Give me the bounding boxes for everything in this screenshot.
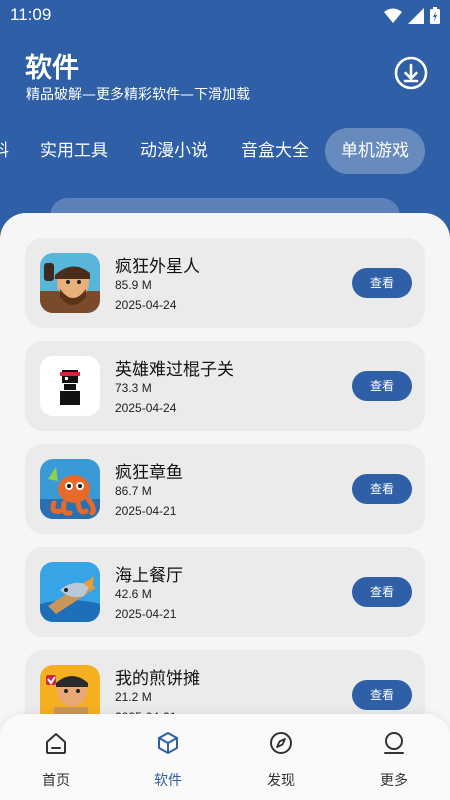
nav-label: 更多 [380,773,408,789]
app-card[interactable]: 疯狂章鱼 86.7 M 2025-04-21 查看 [25,444,425,534]
app-date: 2025-04-24 [115,298,177,312]
app-card[interactable]: 英雄难过棍子关 73.3 M 2025-04-24 查看 [25,341,425,431]
app-name: 我的煎饼摊 [115,669,200,689]
app-name: 疯狂章鱼 [115,463,183,483]
app-name: 海上餐厅 [115,566,183,586]
page-title: 软件 [25,53,79,84]
app-size: 42.6 M [115,587,152,601]
compass-icon [270,732,292,754]
app-name: 英雄难过棍子关 [115,360,234,380]
view-button[interactable]: 查看 [352,371,412,401]
category-tabs: 料 实用工具 动漫小说 音盒大全 单机游戏 [0,128,450,174]
app-size: 21.2 M [115,690,152,704]
tab-partial[interactable]: 料 [0,128,9,174]
nav-label: 首页 [42,773,70,789]
app-date: 2025-04-24 [115,401,177,415]
app-card[interactable]: 海上餐厅 42.6 M 2025-04-21 查看 [25,547,425,637]
status-bar: 11:09 [0,0,450,32]
nav-label: 软件 [154,773,182,789]
nav-home[interactable]: 首页 [21,730,91,790]
download-icon[interactable] [394,56,428,90]
app-date: 2025-04-21 [115,504,177,518]
view-button[interactable]: 查看 [352,268,412,298]
status-icons [384,7,440,24]
app-size: 86.7 M [115,484,152,498]
tab-tools[interactable]: 实用工具 [40,128,108,174]
app-card[interactable]: 疯狂外星人 85.9 M 2025-04-24 查看 [25,238,425,328]
view-button[interactable]: 查看 [352,474,412,504]
app-size: 85.9 M [115,278,152,292]
app-icon-crazy-alien [40,253,100,313]
nav-label: 发现 [267,773,295,789]
view-button[interactable]: 查看 [352,680,412,710]
cube-icon [158,732,178,754]
tab-music[interactable]: 音盒大全 [241,128,309,174]
app-size: 73.3 M [115,381,152,395]
signal-icon [408,7,424,24]
nav-discover[interactable]: 发现 [246,730,316,790]
battery-icon [430,7,440,24]
app-icon-stick-hero [40,356,100,416]
app-name: 疯狂外星人 [115,257,200,277]
view-button[interactable]: 查看 [352,577,412,607]
wifi-icon [384,8,402,23]
tab-standalone-games[interactable]: 单机游戏 [325,128,425,174]
app-icon-crazy-octopus [40,459,100,519]
app-list: 疯狂外星人 85.9 M 2025-04-24 查看 英雄难过棍子关 73.3 … [0,213,450,800]
status-time: 11:09 [10,5,52,24]
app-icon-sea-restaurant [40,562,100,622]
nav-more[interactable]: 更多 [359,730,429,790]
app-date: 2025-04-21 [115,607,177,621]
home-icon [46,733,66,754]
user-icon [384,732,404,754]
bottom-nav: 首页 软件 发现 更多 [0,714,450,800]
nav-software[interactable]: 软件 [133,730,203,790]
header: 软件 精品破解—更多精彩软件—下滑加载 [0,32,450,122]
tab-anime-novel[interactable]: 动漫小说 [140,128,208,174]
page-subtitle: 精品破解—更多精彩软件—下滑加载 [26,87,250,103]
